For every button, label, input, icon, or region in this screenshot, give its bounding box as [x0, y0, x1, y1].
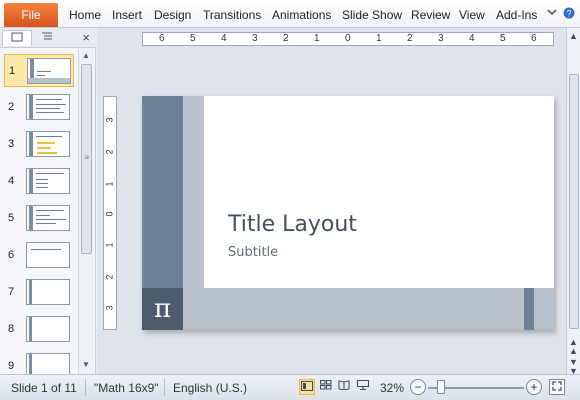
slides-pane-scrollbar[interactable]: ▲ ≡ ▼ — [78, 48, 94, 374]
thumbnail-preview — [26, 94, 70, 120]
ruler-tick: 6 — [159, 33, 165, 44]
fit-to-window-icon[interactable] — [549, 379, 565, 395]
slide-sorter-icon[interactable] — [318, 379, 334, 395]
scroll-up-arrow-icon[interactable]: ▲ — [569, 32, 578, 41]
svg-text:?: ? — [566, 9, 571, 19]
file-tab[interactable]: File — [4, 3, 58, 27]
slide-subtitle-placeholder[interactable]: Subtitle — [228, 245, 278, 260]
ruler-tick: 3 — [438, 33, 444, 44]
tab-insert[interactable]: Insert — [112, 8, 142, 22]
ruler-tick: 1 — [104, 181, 115, 187]
thumbnail-preview — [27, 58, 71, 84]
slide-thumbnail-8[interactable]: 8 — [4, 313, 74, 346]
slide-canvas[interactable]: π Title Layout Subtitle — [142, 96, 554, 330]
thumbnail-number: 3 — [8, 138, 15, 150]
ruler-tick: 6 — [531, 33, 537, 44]
slides-tab-icon[interactable] — [2, 30, 32, 46]
scrollbar-thumb[interactable]: ≡ — [81, 64, 92, 254]
pi-symbol-box: π — [142, 288, 183, 330]
normal-view-icon[interactable] — [299, 379, 315, 395]
thumbnail-number: 6 — [8, 249, 15, 261]
ruler-tick: 1 — [314, 33, 320, 44]
scrollbar-thumb[interactable] — [569, 74, 579, 329]
slide-title-placeholder[interactable]: Title Layout — [228, 212, 357, 237]
slide-right-accent — [524, 288, 534, 330]
zoom-out-button[interactable]: − — [410, 379, 426, 395]
slide-bottom-band — [142, 288, 554, 330]
slide-thumbnail-5[interactable]: 5 — [4, 202, 74, 235]
ruler-tick: 3 — [252, 33, 258, 44]
scroll-up-arrow-icon[interactable]: ▲ — [82, 51, 90, 60]
outline-tab-icon[interactable] — [32, 30, 62, 46]
language-indicator[interactable]: English (U.S.) — [173, 381, 247, 395]
ruler-tick: 4 — [469, 33, 475, 44]
thumbnail-preview — [26, 242, 70, 268]
ruler-tick: 5 — [500, 33, 506, 44]
minimize-ribbon-icon[interactable] — [547, 7, 557, 20]
help-icon[interactable]: ? — [563, 7, 575, 22]
ruler-tick: 2 — [104, 274, 115, 280]
tab-review[interactable]: Review — [411, 8, 450, 22]
tab-animations[interactable]: Animations — [272, 8, 331, 22]
slide-show-icon[interactable] — [355, 379, 371, 395]
slides-pane: × 1 2 3 4 5 6 7 8 9 ▲ ≡ ▼ — [0, 28, 96, 379]
tab-slide-show[interactable]: Slide Show — [342, 8, 402, 22]
ruler-tick: 4 — [221, 33, 227, 44]
thumbnail-number: 8 — [8, 323, 15, 335]
zoom-in-button[interactable]: + — [526, 379, 542, 395]
status-bar: Slide 1 of 11 "Math 16x9" English (U.S.)… — [0, 374, 580, 400]
thumbnail-number: 1 — [9, 65, 16, 77]
thumbnail-preview — [26, 131, 70, 157]
thumbnail-preview — [26, 279, 70, 305]
thumbnail-number: 7 — [8, 286, 15, 298]
ruler-tick: 2 — [104, 149, 115, 155]
zoom-slider-thumb[interactable] — [437, 380, 445, 394]
slide-thumbnail-1[interactable]: 1 — [4, 54, 74, 87]
thumbnail-number: 9 — [8, 360, 15, 372]
thumbnail-preview — [26, 168, 70, 194]
reading-view-icon[interactable] — [336, 379, 352, 395]
ruler-tick: 3 — [104, 117, 115, 123]
slide-counter: Slide 1 of 11 — [11, 381, 77, 395]
theme-name: "Math 16x9" — [94, 381, 159, 395]
tab-design[interactable]: Design — [154, 8, 191, 22]
ruler-tick: 0 — [104, 211, 115, 217]
thumbnail-preview — [26, 316, 70, 342]
ruler-tick: 5 — [190, 33, 196, 44]
slide-thumbnail-3[interactable]: 3 — [4, 128, 74, 161]
tab-transitions[interactable]: Transitions — [203, 8, 261, 22]
tab-add-ins[interactable]: Add-Ins — [496, 8, 537, 22]
thumbnail-number: 5 — [8, 212, 15, 224]
slide-thumbnail-4[interactable]: 4 — [4, 165, 74, 198]
ruler-tick: 1 — [376, 33, 382, 44]
tab-home[interactable]: Home — [69, 8, 101, 22]
thumbnail-number: 2 — [8, 101, 15, 113]
ribbon-tab-bar: File Home Insert Design Transitions Anim… — [0, 0, 580, 28]
ruler-tick: 2 — [283, 33, 289, 44]
slide-thumbnail-2[interactable]: 2 — [4, 91, 74, 124]
editing-area-scrollbar[interactable]: ▲ ▲ ▲ ▼ ▼ — [566, 28, 580, 376]
close-pane-button[interactable]: × — [82, 30, 90, 46]
horizontal-ruler: 6 5 4 3 2 1 0 1 2 3 4 5 6 — [142, 32, 554, 46]
ruler-tick: 1 — [104, 242, 115, 248]
zoom-percentage[interactable]: 32% — [380, 381, 404, 395]
ruler-tick: 3 — [104, 305, 115, 311]
pane-tab-strip: × — [0, 28, 96, 48]
ruler-tick: 0 — [345, 33, 351, 44]
thumbnail-number: 4 — [8, 175, 15, 187]
tab-view[interactable]: View — [459, 8, 485, 22]
slide-thumbnail-7[interactable]: 7 — [4, 276, 74, 309]
ruler-tick: 2 — [407, 33, 413, 44]
slide-editing-area: 6 5 4 3 2 1 0 1 2 3 4 5 6 3 2 1 0 1 2 3 … — [97, 28, 566, 374]
slide-thumbnail-6[interactable]: 6 — [4, 239, 74, 272]
vertical-ruler: 3 2 1 0 1 2 3 — [103, 96, 117, 330]
thumbnail-preview — [26, 205, 70, 231]
previous-slide-icon[interactable]: ▲ ▲ — [569, 338, 578, 356]
scroll-down-arrow-icon[interactable]: ▼ — [82, 360, 90, 369]
